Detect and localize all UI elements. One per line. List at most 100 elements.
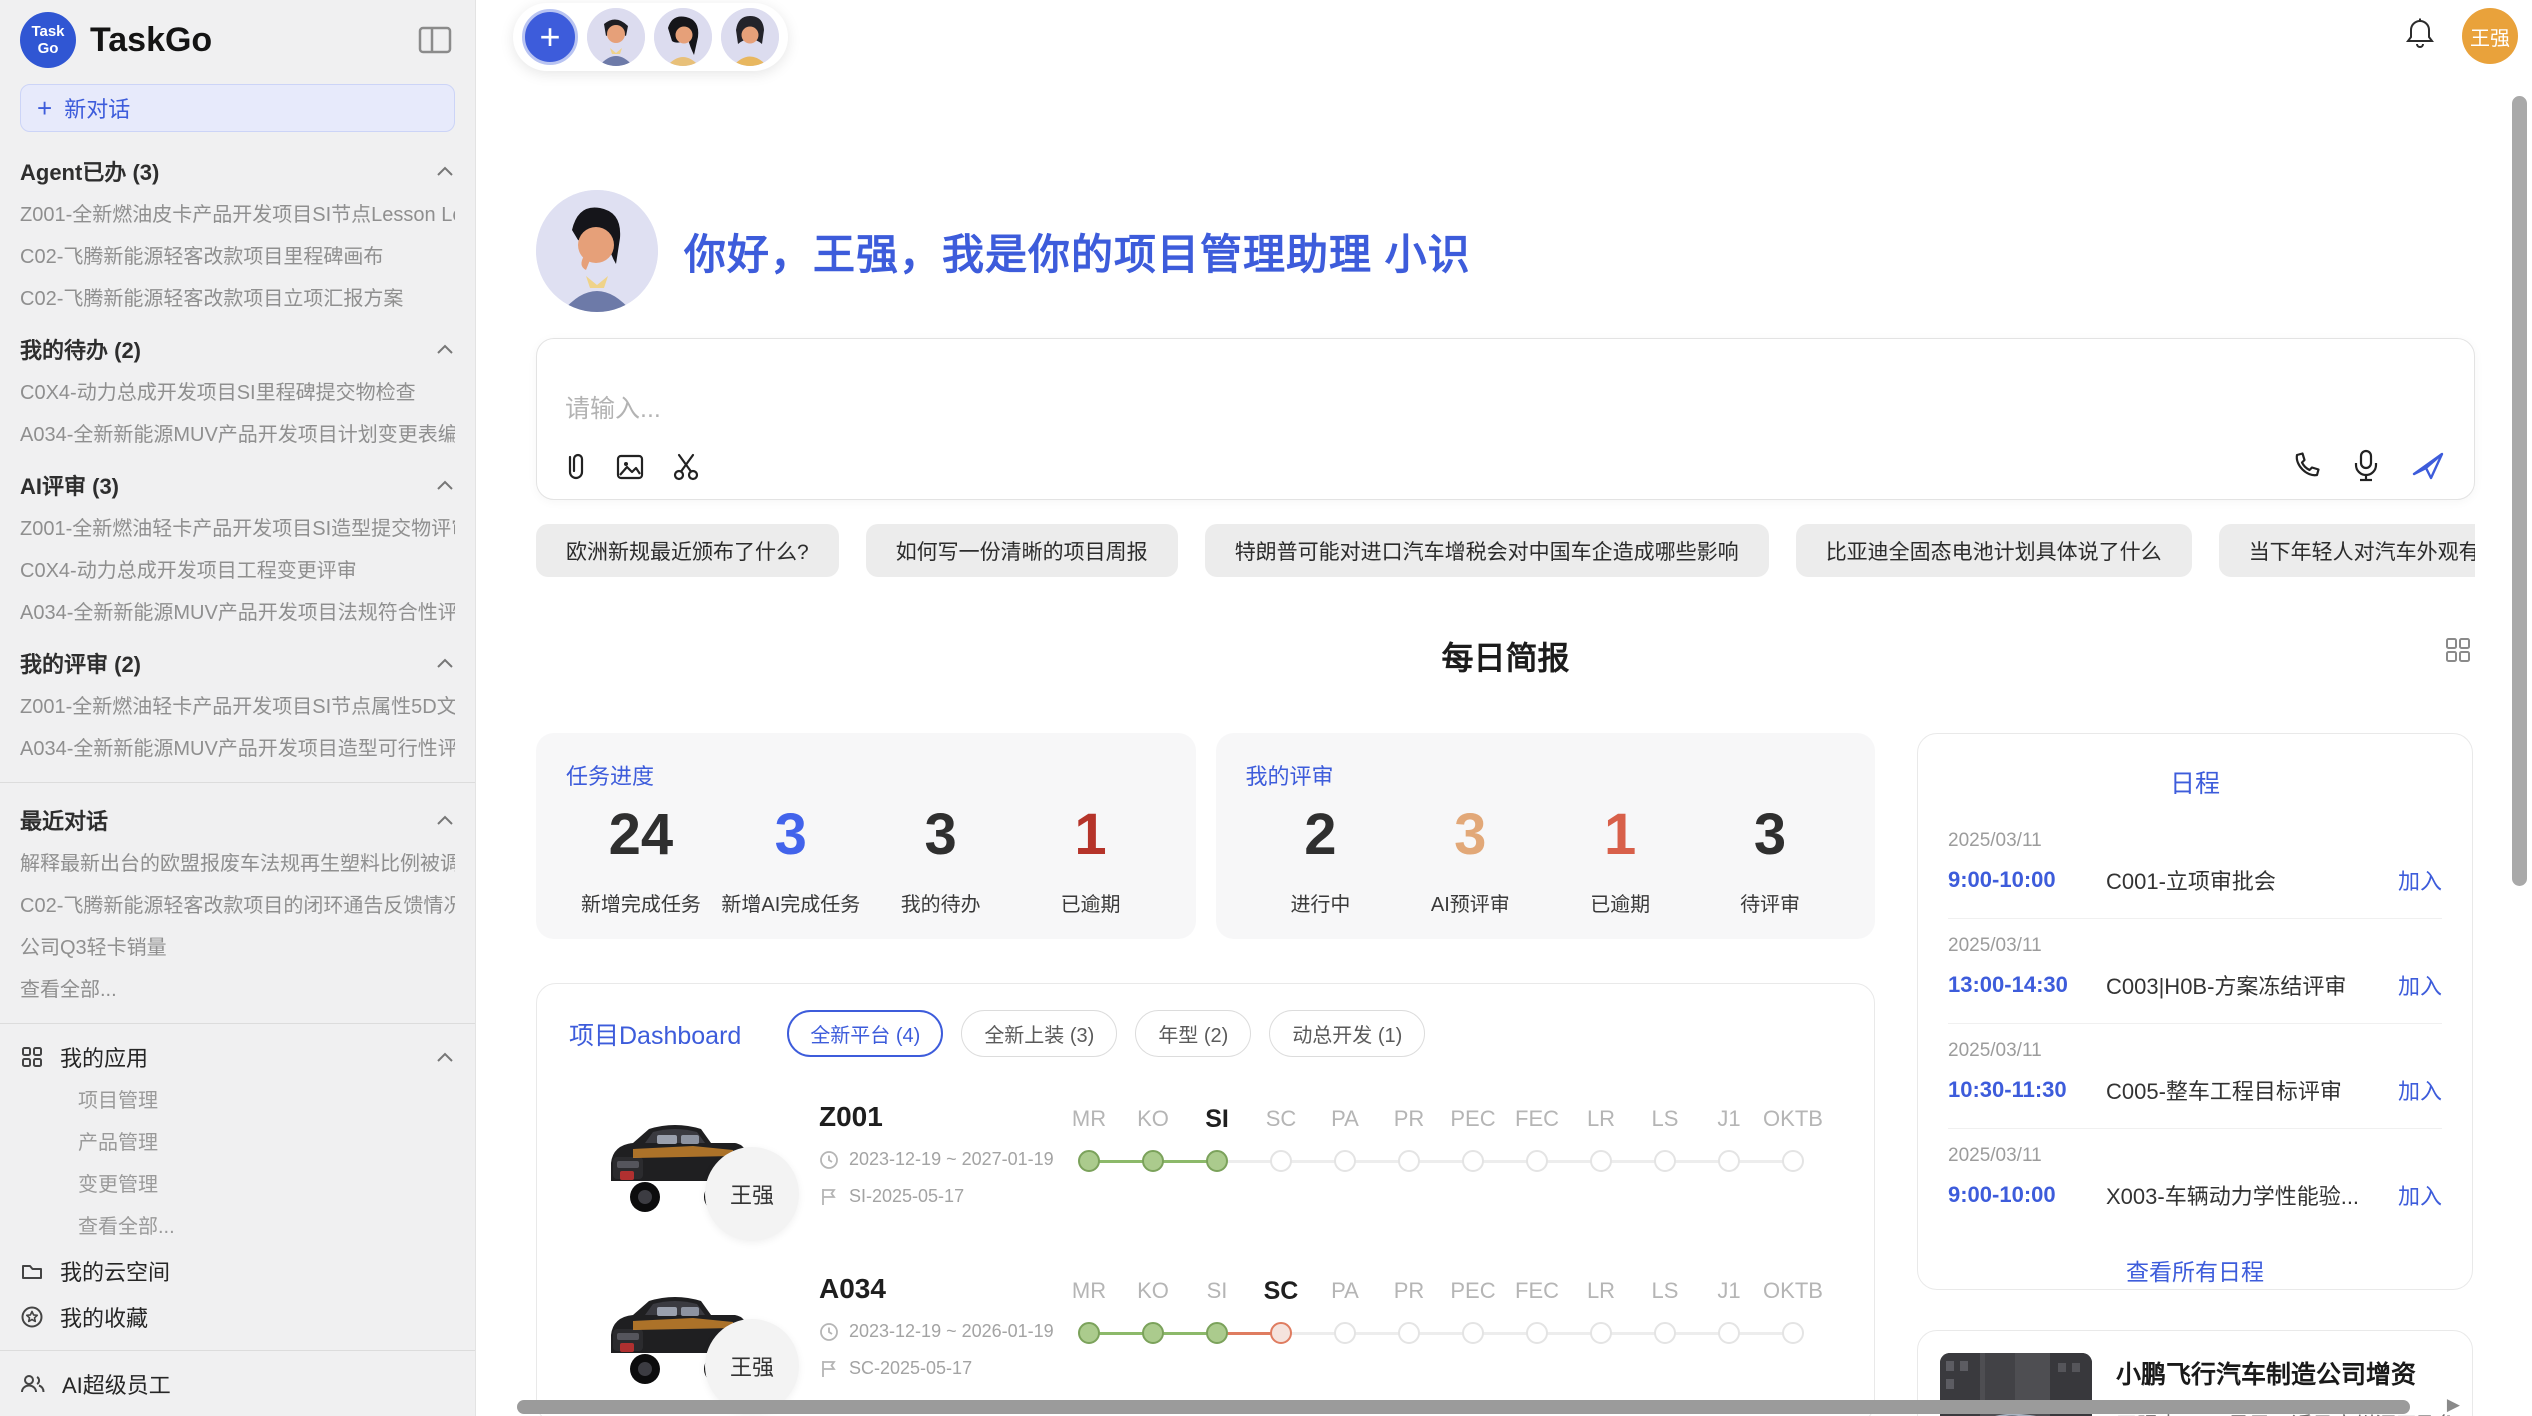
my-review-title: 我的评审 bbox=[1246, 759, 1846, 791]
project-info: Z001 2023-12-19 ~ 2027-01-19 SI-2025-05-… bbox=[819, 1101, 1049, 1207]
send-icon[interactable] bbox=[2410, 450, 2446, 482]
composer-actions bbox=[2290, 449, 2446, 483]
stat-value: 1 bbox=[1545, 801, 1695, 868]
recent-chat-item[interactable]: C02-飞腾新能源轻客改款项目的闭环通告反馈情况 bbox=[20, 885, 455, 927]
schedule-date: 2025/03/11 bbox=[1948, 935, 2442, 957]
briefing-stat-cards: 任务进度 24 新增完成任务 3 新增AI完成任务 bbox=[536, 733, 1875, 939]
horizontal-scrollbar[interactable] bbox=[517, 1400, 2410, 1414]
project-row[interactable]: 王强 A034 2023-12-19 ~ 2026-01-19 bbox=[569, 1273, 1842, 1405]
section-label: 我的评审 (2) bbox=[20, 647, 141, 679]
milestone-track: MRKOSISCPAPRPECFECLRLSJ1OKTB bbox=[1057, 1101, 1825, 1172]
sidebar-item[interactable]: A034-全新新能源MUV产品开发项目法规符合性评审 bbox=[20, 592, 455, 634]
paperclip-icon[interactable] bbox=[561, 451, 589, 483]
session-avatar-1[interactable] bbox=[587, 8, 645, 66]
milestone-dot-todo bbox=[1526, 1322, 1548, 1344]
schedule-time: 10:30-11:30 bbox=[1948, 1077, 2106, 1103]
sidebar-item[interactable]: Z001-全新燃油轻卡产品开发项目SI节点属性5D文件评审 bbox=[20, 686, 455, 728]
milestone-dot-done bbox=[1078, 1322, 1100, 1344]
view-all-schedule-link[interactable]: 查看所有日程 bbox=[1948, 1253, 2442, 1287]
my-review-card: 我的评审 2 进行中 3 AI预评审 bbox=[1216, 733, 1876, 939]
join-meeting-link[interactable]: 加入 bbox=[2398, 969, 2442, 1001]
sidebar-item-ai-super-staff[interactable]: AI超级员工 bbox=[0, 1361, 475, 1407]
project-media: 王强 bbox=[593, 1101, 819, 1233]
section-label: 我的待办 (2) bbox=[20, 333, 141, 365]
project-info: A034 2023-12-19 ~ 2026-01-19 SC-2025-05-… bbox=[819, 1273, 1049, 1379]
tab-model-year[interactable]: 年型 (2) bbox=[1135, 1010, 1251, 1057]
section-header[interactable]: AI评审 (3) bbox=[20, 462, 455, 508]
stat-value: 3 bbox=[1695, 801, 1845, 868]
join-meeting-link[interactable]: 加入 bbox=[2398, 1074, 2442, 1106]
sidebar-item-my-apps[interactable]: 我的应用 bbox=[0, 1034, 475, 1080]
divider bbox=[0, 1350, 475, 1351]
sidebar-item[interactable]: Z001-全新燃油皮卡产品开发项目SI节点Lesson Learn报告 bbox=[20, 194, 455, 236]
add-session-button[interactable]: + bbox=[522, 9, 578, 65]
people-icon bbox=[20, 1372, 46, 1396]
sidebar-item[interactable]: C0X4-动力总成开发项目工程变更评审 bbox=[20, 550, 455, 592]
join-meeting-link[interactable]: 加入 bbox=[2398, 1179, 2442, 1211]
tab-powertrain-dev[interactable]: 动总开发 (1) bbox=[1269, 1010, 1425, 1057]
tab-all-new-platform[interactable]: 全新平台 (4) bbox=[787, 1010, 943, 1057]
schedule-event-title: C003|H0B-方案冻结评审 bbox=[2106, 969, 2398, 1001]
suggestion-chip[interactable]: 欧洲新规最近颁布了什么? bbox=[536, 524, 839, 577]
project-flag: SI-2025-05-17 bbox=[819, 1186, 1049, 1207]
sidebar-collapse-icon[interactable] bbox=[415, 20, 455, 60]
app-link-change-mgmt[interactable]: 变更管理 bbox=[0, 1164, 475, 1206]
scissors-icon[interactable] bbox=[671, 451, 703, 483]
session-avatar-2[interactable] bbox=[654, 8, 712, 66]
milestone-label: FEC bbox=[1505, 1273, 1569, 1309]
tab-new-bodywork[interactable]: 全新上装 (3) bbox=[961, 1010, 1117, 1057]
sidebar-item[interactable]: Z001-全新燃油轻卡产品开发项目SI造型提交物评审 bbox=[20, 508, 455, 550]
sidebar-item[interactable]: C02-飞腾新能源轻客改款项目里程碑画布 bbox=[20, 236, 455, 278]
favorites-label: 我的收藏 bbox=[60, 1301, 455, 1333]
project-flag-text: SI-2025-05-17 bbox=[849, 1186, 964, 1207]
task-progress-card: 任务进度 24 新增完成任务 3 新增AI完成任务 bbox=[536, 733, 1196, 939]
notification-bell-icon[interactable] bbox=[2404, 17, 2436, 56]
sidebar-item[interactable]: A034-全新新能源MUV产品开发项目计划变更表编写 bbox=[20, 414, 455, 456]
chat-input[interactable] bbox=[565, 395, 2174, 424]
project-dates: 2023-12-19 ~ 2026-01-19 bbox=[819, 1321, 1049, 1342]
app-link-product-mgmt[interactable]: 产品管理 bbox=[0, 1122, 475, 1164]
flag-icon bbox=[819, 1359, 839, 1379]
user-avatar[interactable]: 王强 bbox=[2462, 8, 2518, 64]
milestone-label: SI bbox=[1185, 1273, 1249, 1309]
apps-view-all[interactable]: 查看全部... bbox=[0, 1206, 475, 1248]
sidebar-item-help-write[interactable]: 帮我写作 bbox=[0, 1407, 475, 1416]
milestone-label: OKTB bbox=[1761, 1101, 1825, 1137]
section-header[interactable]: 最近对话 bbox=[20, 797, 455, 843]
project-row[interactable]: 王强 Z001 2023-12-19 ~ 2027-01-19 bbox=[569, 1101, 1842, 1233]
suggestion-chip[interactable]: 比亚迪全固态电池计划具体说了什么 bbox=[1796, 524, 2192, 577]
grid-icon bbox=[20, 1045, 44, 1069]
milestone-label: FEC bbox=[1505, 1101, 1569, 1137]
sidebar-item[interactable]: A034-全新新能源MUV产品开发项目造型可行性评审 bbox=[20, 728, 455, 770]
suggestion-chip[interactable]: 特朗普可能对进口汽车增税会对中国车企造成哪些影响 bbox=[1205, 524, 1769, 577]
recent-chat-item[interactable]: 公司Q3轻卡销量 bbox=[20, 927, 455, 969]
milestone-dot-todo bbox=[1782, 1322, 1804, 1344]
vertical-scrollbar[interactable] bbox=[2512, 96, 2527, 886]
section-header[interactable]: 我的评审 (2) bbox=[20, 640, 455, 686]
sidebar-item[interactable]: C0X4-动力总成开发项目SI里程碑提交物检查 bbox=[20, 372, 455, 414]
new-chat-button[interactable]: + 新对话 bbox=[20, 84, 455, 132]
session-avatar-3[interactable] bbox=[721, 8, 779, 66]
clock-icon bbox=[819, 1322, 839, 1342]
section-header[interactable]: 我的待办 (2) bbox=[20, 326, 455, 372]
milestone-dot-todo bbox=[1462, 1150, 1484, 1172]
sidebar-item-cloud-space[interactable]: 我的云空间 bbox=[0, 1248, 475, 1294]
recent-view-all[interactable]: 查看全部... bbox=[20, 969, 455, 1011]
image-icon[interactable] bbox=[615, 452, 645, 482]
scroll-right-arrow[interactable]: ▶ bbox=[2447, 1395, 2460, 1415]
suggestion-chip[interactable]: 如何写一份清晰的项目周报 bbox=[866, 524, 1178, 577]
recent-chat-item[interactable]: 解释最新出台的欧盟报废车法规再生塑料比例被调至15%... bbox=[20, 843, 455, 885]
layout-grid-icon[interactable] bbox=[2443, 635, 2473, 670]
project-flag: SC-2025-05-17 bbox=[819, 1358, 1049, 1379]
phone-icon[interactable] bbox=[2290, 450, 2322, 482]
assistant-greeting-block: 你好，王强，我是你的项目管理助理 小识 bbox=[536, 190, 2475, 312]
sidebar-item[interactable]: C02-飞腾新能源轻客改款项目立项汇报方案 bbox=[20, 278, 455, 320]
section-header[interactable]: Agent已办 (3) bbox=[20, 148, 455, 194]
project-owner-badge: 王强 bbox=[705, 1319, 799, 1413]
suggestion-chip[interactable]: 当下年轻人对汽车外观有怎样的喜好趋势 bbox=[2219, 524, 2475, 577]
join-meeting-link[interactable]: 加入 bbox=[2398, 864, 2442, 896]
stat-label: 我的待办 bbox=[866, 888, 1016, 917]
app-link-project-mgmt[interactable]: 项目管理 bbox=[0, 1080, 475, 1122]
microphone-icon[interactable] bbox=[2352, 449, 2380, 483]
sidebar-item-favorites[interactable]: 我的收藏 bbox=[0, 1294, 475, 1340]
